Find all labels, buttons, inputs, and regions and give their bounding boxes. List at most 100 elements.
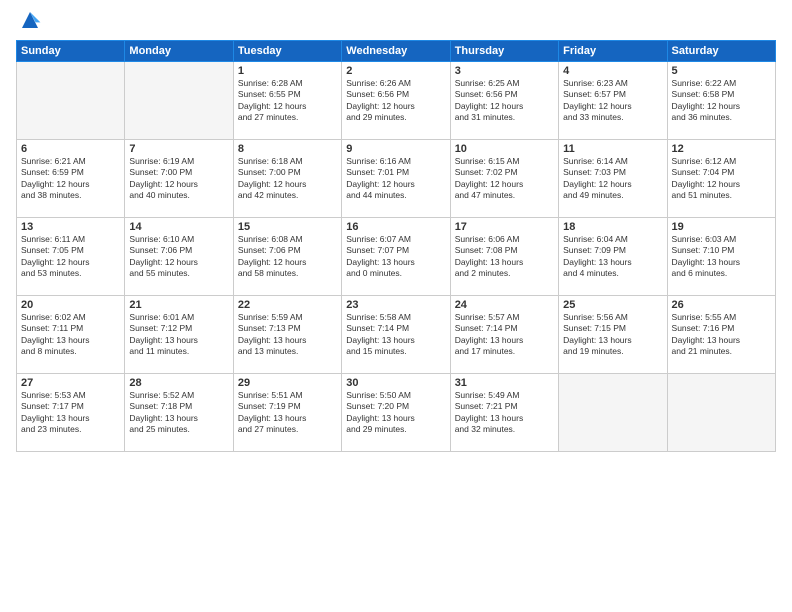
calendar-cell: 13Sunrise: 6:11 AM Sunset: 7:05 PM Dayli… [17,218,125,296]
day-number: 15 [238,221,337,233]
day-info: Sunrise: 6:10 AM Sunset: 7:06 PM Dayligh… [129,234,228,280]
day-info: Sunrise: 6:15 AM Sunset: 7:02 PM Dayligh… [455,156,554,202]
day-info: Sunrise: 6:06 AM Sunset: 7:08 PM Dayligh… [455,234,554,280]
calendar-cell: 6Sunrise: 6:21 AM Sunset: 6:59 PM Daylig… [17,140,125,218]
calendar-cell: 11Sunrise: 6:14 AM Sunset: 7:03 PM Dayli… [559,140,667,218]
day-info: Sunrise: 5:58 AM Sunset: 7:14 PM Dayligh… [346,312,445,358]
calendar-cell: 16Sunrise: 6:07 AM Sunset: 7:07 PM Dayli… [342,218,450,296]
day-info: Sunrise: 6:04 AM Sunset: 7:09 PM Dayligh… [563,234,662,280]
day-info: Sunrise: 6:03 AM Sunset: 7:10 PM Dayligh… [672,234,771,280]
calendar-cell: 2Sunrise: 6:26 AM Sunset: 6:56 PM Daylig… [342,62,450,140]
logo-icon [18,8,42,32]
day-number: 18 [563,221,662,233]
day-number: 1 [238,65,337,77]
weekday-header-saturday: Saturday [667,41,775,62]
calendar-cell: 3Sunrise: 6:25 AM Sunset: 6:56 PM Daylig… [450,62,558,140]
calendar-cell: 15Sunrise: 6:08 AM Sunset: 7:06 PM Dayli… [233,218,341,296]
weekday-header-friday: Friday [559,41,667,62]
calendar-cell: 8Sunrise: 6:18 AM Sunset: 7:00 PM Daylig… [233,140,341,218]
day-number: 7 [129,143,228,155]
day-number: 10 [455,143,554,155]
day-number: 9 [346,143,445,155]
day-number: 28 [129,377,228,389]
day-number: 14 [129,221,228,233]
day-number: 17 [455,221,554,233]
weekday-header-row: SundayMondayTuesdayWednesdayThursdayFrid… [17,41,776,62]
day-info: Sunrise: 6:23 AM Sunset: 6:57 PM Dayligh… [563,78,662,124]
day-info: Sunrise: 5:52 AM Sunset: 7:18 PM Dayligh… [129,390,228,436]
day-info: Sunrise: 6:25 AM Sunset: 6:56 PM Dayligh… [455,78,554,124]
calendar-cell: 10Sunrise: 6:15 AM Sunset: 7:02 PM Dayli… [450,140,558,218]
day-info: Sunrise: 5:53 AM Sunset: 7:17 PM Dayligh… [21,390,120,436]
day-number: 19 [672,221,771,233]
day-info: Sunrise: 5:55 AM Sunset: 7:16 PM Dayligh… [672,312,771,358]
day-number: 16 [346,221,445,233]
day-info: Sunrise: 6:19 AM Sunset: 7:00 PM Dayligh… [129,156,228,202]
day-number: 13 [21,221,120,233]
calendar-cell: 5Sunrise: 6:22 AM Sunset: 6:58 PM Daylig… [667,62,775,140]
weekday-header-wednesday: Wednesday [342,41,450,62]
day-info: Sunrise: 6:14 AM Sunset: 7:03 PM Dayligh… [563,156,662,202]
day-info: Sunrise: 6:22 AM Sunset: 6:58 PM Dayligh… [672,78,771,124]
logo [16,12,42,32]
day-number: 12 [672,143,771,155]
day-info: Sunrise: 6:07 AM Sunset: 7:07 PM Dayligh… [346,234,445,280]
calendar-cell [667,374,775,452]
day-number: 26 [672,299,771,311]
calendar-cell: 21Sunrise: 6:01 AM Sunset: 7:12 PM Dayli… [125,296,233,374]
day-info: Sunrise: 5:56 AM Sunset: 7:15 PM Dayligh… [563,312,662,358]
day-info: Sunrise: 6:21 AM Sunset: 6:59 PM Dayligh… [21,156,120,202]
calendar-cell: 27Sunrise: 5:53 AM Sunset: 7:17 PM Dayli… [17,374,125,452]
calendar-cell: 31Sunrise: 5:49 AM Sunset: 7:21 PM Dayli… [450,374,558,452]
calendar-cell: 17Sunrise: 6:06 AM Sunset: 7:08 PM Dayli… [450,218,558,296]
calendar-cell: 19Sunrise: 6:03 AM Sunset: 7:10 PM Dayli… [667,218,775,296]
day-info: Sunrise: 6:28 AM Sunset: 6:55 PM Dayligh… [238,78,337,124]
calendar-cell: 29Sunrise: 5:51 AM Sunset: 7:19 PM Dayli… [233,374,341,452]
day-number: 6 [21,143,120,155]
calendar-week-4: 20Sunrise: 6:02 AM Sunset: 7:11 PM Dayli… [17,296,776,374]
day-number: 22 [238,299,337,311]
weekday-header-sunday: Sunday [17,41,125,62]
calendar-cell: 28Sunrise: 5:52 AM Sunset: 7:18 PM Dayli… [125,374,233,452]
day-info: Sunrise: 5:59 AM Sunset: 7:13 PM Dayligh… [238,312,337,358]
weekday-header-thursday: Thursday [450,41,558,62]
day-number: 5 [672,65,771,77]
calendar-cell: 4Sunrise: 6:23 AM Sunset: 6:57 PM Daylig… [559,62,667,140]
calendar-cell: 24Sunrise: 5:57 AM Sunset: 7:14 PM Dayli… [450,296,558,374]
calendar-cell [559,374,667,452]
day-number: 8 [238,143,337,155]
day-number: 21 [129,299,228,311]
day-number: 3 [455,65,554,77]
calendar-week-3: 13Sunrise: 6:11 AM Sunset: 7:05 PM Dayli… [17,218,776,296]
calendar-cell: 1Sunrise: 6:28 AM Sunset: 6:55 PM Daylig… [233,62,341,140]
page: SundayMondayTuesdayWednesdayThursdayFrid… [0,0,792,612]
calendar-cell: 26Sunrise: 5:55 AM Sunset: 7:16 PM Dayli… [667,296,775,374]
calendar-cell: 20Sunrise: 6:02 AM Sunset: 7:11 PM Dayli… [17,296,125,374]
calendar-cell: 22Sunrise: 5:59 AM Sunset: 7:13 PM Dayli… [233,296,341,374]
day-info: Sunrise: 6:12 AM Sunset: 7:04 PM Dayligh… [672,156,771,202]
calendar-cell: 23Sunrise: 5:58 AM Sunset: 7:14 PM Dayli… [342,296,450,374]
calendar-cell: 25Sunrise: 5:56 AM Sunset: 7:15 PM Dayli… [559,296,667,374]
day-number: 4 [563,65,662,77]
day-number: 23 [346,299,445,311]
header [16,12,776,32]
calendar-table: SundayMondayTuesdayWednesdayThursdayFrid… [16,40,776,452]
day-info: Sunrise: 5:51 AM Sunset: 7:19 PM Dayligh… [238,390,337,436]
day-info: Sunrise: 6:01 AM Sunset: 7:12 PM Dayligh… [129,312,228,358]
calendar-cell [17,62,125,140]
weekday-header-monday: Monday [125,41,233,62]
day-info: Sunrise: 5:57 AM Sunset: 7:14 PM Dayligh… [455,312,554,358]
day-info: Sunrise: 6:08 AM Sunset: 7:06 PM Dayligh… [238,234,337,280]
calendar-cell: 9Sunrise: 6:16 AM Sunset: 7:01 PM Daylig… [342,140,450,218]
day-number: 11 [563,143,662,155]
weekday-header-tuesday: Tuesday [233,41,341,62]
day-info: Sunrise: 6:26 AM Sunset: 6:56 PM Dayligh… [346,78,445,124]
calendar-week-2: 6Sunrise: 6:21 AM Sunset: 6:59 PM Daylig… [17,140,776,218]
day-info: Sunrise: 6:16 AM Sunset: 7:01 PM Dayligh… [346,156,445,202]
day-number: 30 [346,377,445,389]
calendar-week-5: 27Sunrise: 5:53 AM Sunset: 7:17 PM Dayli… [17,374,776,452]
calendar-cell: 7Sunrise: 6:19 AM Sunset: 7:00 PM Daylig… [125,140,233,218]
calendar-cell [125,62,233,140]
day-number: 29 [238,377,337,389]
calendar-week-1: 1Sunrise: 6:28 AM Sunset: 6:55 PM Daylig… [17,62,776,140]
